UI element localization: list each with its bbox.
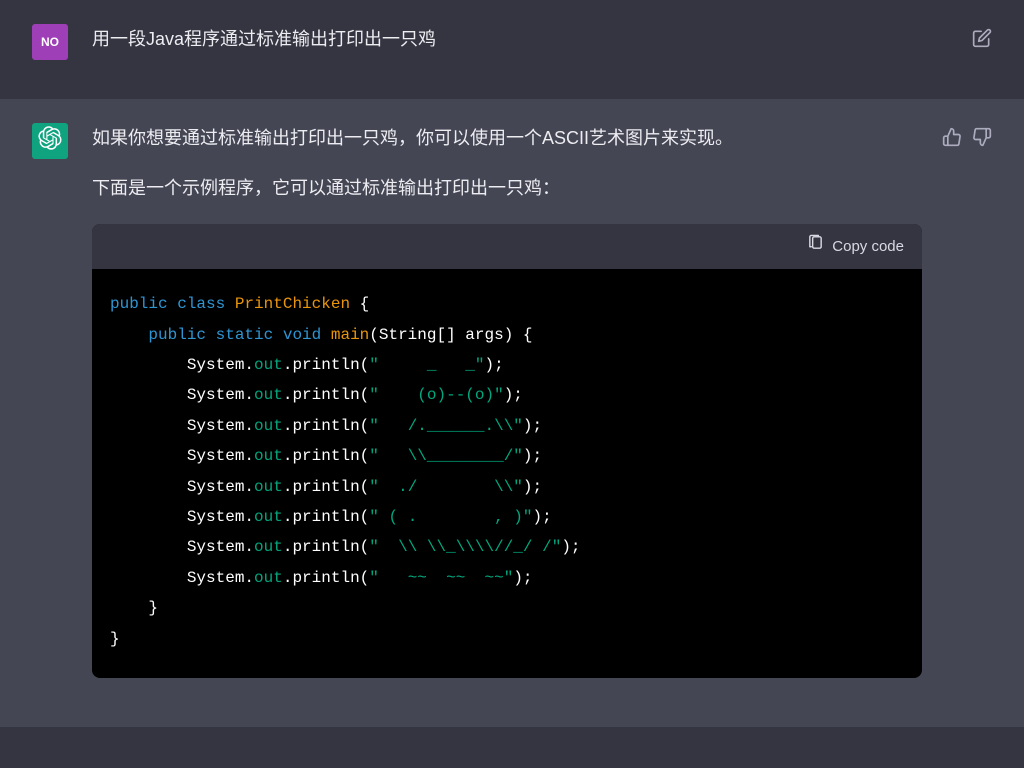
code-token: " ( . , )" (369, 508, 532, 526)
code-token: (String[] args) { (369, 326, 532, 344)
user-message-row: NO 用一段Java程序通过标准输出打印出一只鸡 (0, 0, 1024, 99)
user-message-text: 用一段Java程序通过标准输出打印出一只鸡 (92, 24, 922, 55)
assistant-p1: 如果你想要通过标准输出打印出一只鸡，你可以使用一个ASCII艺术图片来实现。 (92, 123, 922, 154)
assistant-actions (942, 127, 992, 147)
code-token: { (350, 295, 369, 313)
code-token: println (292, 417, 359, 435)
code-token: . (244, 508, 254, 526)
code-token: ( (360, 538, 370, 556)
code-token: . (244, 569, 254, 587)
code-token: . (244, 417, 254, 435)
assistant-row-inner: 如果你想要通过标准输出打印出一只鸡，你可以使用一个ASCII艺术图片来实现。 下… (32, 123, 992, 703)
code-token: public (148, 326, 206, 344)
user-message-content: 用一段Java程序通过标准输出打印出一只鸡 (92, 24, 992, 75)
code-token: ( (360, 508, 370, 526)
code-token: . (283, 478, 293, 496)
code-token: println (292, 538, 359, 556)
edit-icon[interactable] (972, 28, 992, 48)
code-token: ); (523, 447, 542, 465)
code-token: } (110, 630, 120, 648)
code-token: . (244, 447, 254, 465)
code-token: out (254, 478, 283, 496)
code-token: void (283, 326, 321, 344)
code-token: . (283, 417, 293, 435)
code-token: ( (360, 447, 370, 465)
code-token: out (254, 508, 283, 526)
assistant-p2: 下面是一个示例程序，它可以通过标准输出打印出一只鸡： (92, 173, 922, 204)
code-token: System (187, 447, 245, 465)
code-token: out (254, 569, 283, 587)
code-token: " _ _" (369, 356, 484, 374)
code-token: ); (533, 508, 552, 526)
code-token: ); (504, 386, 523, 404)
code-token: . (244, 386, 254, 404)
code-token: System (187, 356, 245, 374)
code-token: " (o)--(o)" (369, 386, 503, 404)
code-token: . (244, 538, 254, 556)
code-token: ); (485, 356, 504, 374)
code-body: public class PrintChicken { public stati… (92, 269, 922, 678)
code-token: ( (360, 417, 370, 435)
code-token: static (216, 326, 274, 344)
code-token: . (283, 569, 293, 587)
code-token: out (254, 417, 283, 435)
code-token: " /.______.\\" (369, 417, 523, 435)
code-token: } (110, 599, 158, 617)
code-token: . (283, 508, 293, 526)
code-token: ); (523, 417, 542, 435)
code-token: ( (360, 356, 370, 374)
code-token: . (283, 386, 293, 404)
user-actions (972, 28, 992, 48)
user-row-inner: NO 用一段Java程序通过标准输出打印出一只鸡 (32, 24, 992, 75)
code-block: Copy code public class PrintChicken { pu… (92, 224, 922, 678)
code-header: Copy code (92, 224, 922, 270)
code-token: ( (360, 478, 370, 496)
code-token: println (292, 569, 359, 587)
assistant-avatar (32, 123, 68, 159)
code-token: out (254, 386, 283, 404)
code-token: " ~~ ~~ ~~" (369, 569, 513, 587)
copy-code-label: Copy code (832, 234, 904, 260)
code-token: println (292, 508, 359, 526)
openai-logo-icon (38, 126, 62, 155)
code-token: . (283, 538, 293, 556)
copy-code-button[interactable]: Copy code (807, 234, 904, 260)
code-token: println (292, 478, 359, 496)
code-token: ); (561, 538, 580, 556)
code-token: out (254, 447, 283, 465)
code-token: println (292, 386, 359, 404)
code-token: " \\________/" (369, 447, 523, 465)
code-token: out (254, 356, 283, 374)
code-token: System (187, 478, 245, 496)
thumbs-up-icon[interactable] (942, 127, 962, 147)
code-token: " \\ \\_\\\\//_/ /" (369, 538, 561, 556)
code-token: ); (523, 478, 542, 496)
code-token: System (187, 417, 245, 435)
assistant-message-content: 如果你想要通过标准输出打印出一只鸡，你可以使用一个ASCII艺术图片来实现。 下… (92, 123, 992, 703)
code-token: out (254, 538, 283, 556)
code-token: System (187, 508, 245, 526)
clipboard-icon (807, 234, 824, 260)
code-token: ( (360, 386, 370, 404)
code-token: System (187, 538, 245, 556)
code-token: " ./ \\" (369, 478, 523, 496)
code-token: . (244, 356, 254, 374)
code-token: println (292, 447, 359, 465)
code-token: . (283, 447, 293, 465)
thumbs-down-icon[interactable] (972, 127, 992, 147)
code-token: println (292, 356, 359, 374)
code-token: class (177, 295, 225, 313)
code-token: ( (360, 569, 370, 587)
code-token: System (187, 386, 245, 404)
assistant-message-row: 如果你想要通过标准输出打印出一只鸡，你可以使用一个ASCII艺术图片来实现。 下… (0, 99, 1024, 727)
user-avatar-text: NO (41, 35, 59, 49)
code-token: . (244, 478, 254, 496)
code-token: PrintChicken (235, 295, 350, 313)
code-token: public (110, 295, 168, 313)
code-token: ); (513, 569, 532, 587)
code-token: . (283, 356, 293, 374)
code-token: main (331, 326, 369, 344)
code-token: System (187, 569, 245, 587)
user-avatar: NO (32, 24, 68, 60)
